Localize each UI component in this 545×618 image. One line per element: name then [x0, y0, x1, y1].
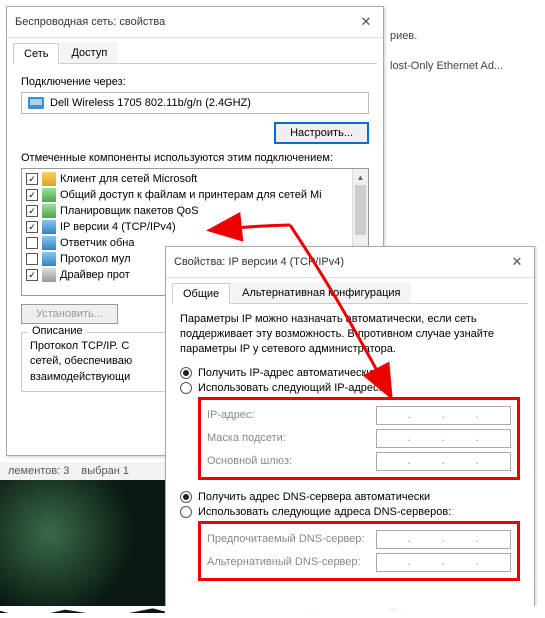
intro-text: Параметры IP можно назначать автоматичес…	[180, 312, 520, 357]
checkbox[interactable]: ✓	[26, 221, 38, 233]
radio-icon	[180, 382, 192, 394]
dns1-label: Предпочитаемый DNS-сервер:	[207, 533, 364, 545]
adapter-name: Dell Wireless 1705 802.11b/g/n (2.4GHZ)	[50, 97, 251, 109]
protocol-icon	[42, 268, 56, 282]
gateway-input[interactable]: ...	[376, 452, 511, 471]
nic-icon	[28, 97, 44, 109]
titlebar: Свойства: IP версии 4 (TCP/IPv4) ✕	[166, 247, 534, 278]
tab-strip: Общие Альтернативная конфигурация	[172, 282, 528, 304]
background-image	[0, 480, 165, 613]
ip-input[interactable]: ...	[376, 406, 511, 425]
ipv4-properties-dialog: Свойства: IP версии 4 (TCP/IPv4) ✕ Общие…	[165, 246, 535, 608]
scroll-up-icon[interactable]: ▲	[353, 169, 368, 185]
protocol-icon	[42, 220, 56, 234]
connect-via-label: Подключение через:	[21, 76, 369, 88]
radio-icon	[180, 367, 192, 379]
radio-auto-ip[interactable]: Получить IP-адрес автоматически	[180, 367, 520, 379]
checkbox[interactable]: ✓	[26, 269, 38, 281]
ragged-edge	[0, 606, 545, 618]
dns2-input[interactable]: ...	[376, 553, 511, 572]
dns2-label: Альтернативный DNS-сервер:	[207, 556, 361, 568]
radio-icon	[180, 491, 192, 503]
list-item: ✓Общий доступ к файлам и принтерам для с…	[24, 187, 350, 203]
window-title: Беспроводная сеть: свойства	[15, 16, 165, 28]
radio-manual-dns[interactable]: Использовать следующие адреса DNS-сервер…	[180, 506, 520, 518]
status-bar: лементов: 3выбран 1	[0, 462, 165, 480]
gateway-label: Основной шлюз:	[207, 455, 292, 467]
close-icon[interactable]: ✕	[357, 13, 375, 31]
tab-general[interactable]: Общие	[172, 283, 230, 304]
radio-icon	[180, 506, 192, 518]
ip-label: IP-адрес:	[207, 409, 254, 421]
radio-auto-dns[interactable]: Получить адрес DNS-сервера автоматически	[180, 491, 520, 503]
background-text: риев. lost-Only Ethernet Ad...	[390, 30, 503, 72]
protocol-icon	[42, 204, 56, 218]
checkbox[interactable]: ✓	[26, 189, 38, 201]
checkbox[interactable]	[26, 253, 38, 265]
window-title: Свойства: IP версии 4 (TCP/IPv4)	[174, 256, 344, 268]
list-item: ✓Планировщик пакетов QoS	[24, 203, 350, 219]
tab-network[interactable]: Сеть	[13, 43, 59, 64]
install-button[interactable]: Установить...	[21, 304, 118, 324]
protocol-icon	[42, 252, 56, 266]
mask-label: Маска подсети:	[207, 432, 286, 444]
protocol-icon	[42, 188, 56, 202]
protocol-icon	[42, 236, 56, 250]
adapter-field: Dell Wireless 1705 802.11b/g/n (2.4GHZ)	[21, 92, 369, 114]
dns1-input[interactable]: ...	[376, 530, 511, 549]
protocol-icon	[42, 172, 56, 186]
checkbox[interactable]	[26, 237, 38, 249]
ip-fields-highlight: IP-адрес:... Маска подсети:... Основной …	[198, 397, 520, 480]
ragged-edge	[538, 0, 545, 613]
checkbox[interactable]: ✓	[26, 205, 38, 217]
mask-input[interactable]: ...	[376, 429, 511, 448]
list-item: ✓IP версии 4 (TCP/IPv4)	[24, 219, 350, 235]
radio-manual-ip[interactable]: Использовать следующий IP-адрес:	[180, 382, 520, 394]
tab-access[interactable]: Доступ	[60, 42, 118, 63]
list-item: ✓Клиент для сетей Microsoft	[24, 171, 350, 187]
close-icon[interactable]: ✕	[508, 253, 526, 271]
tab-alternate[interactable]: Альтернативная конфигурация	[231, 282, 411, 303]
components-label: Отмеченные компоненты используются этим …	[21, 152, 369, 164]
scroll-thumb[interactable]	[355, 185, 366, 235]
tab-strip: Сеть Доступ	[13, 42, 377, 64]
dns-fields-highlight: Предпочитаемый DNS-сервер:... Альтернати…	[198, 521, 520, 581]
configure-button[interactable]: Настроить...	[274, 122, 369, 144]
checkbox[interactable]: ✓	[26, 173, 38, 185]
titlebar: Беспроводная сеть: свойства ✕	[7, 7, 383, 38]
description-title: Описание	[28, 325, 87, 337]
